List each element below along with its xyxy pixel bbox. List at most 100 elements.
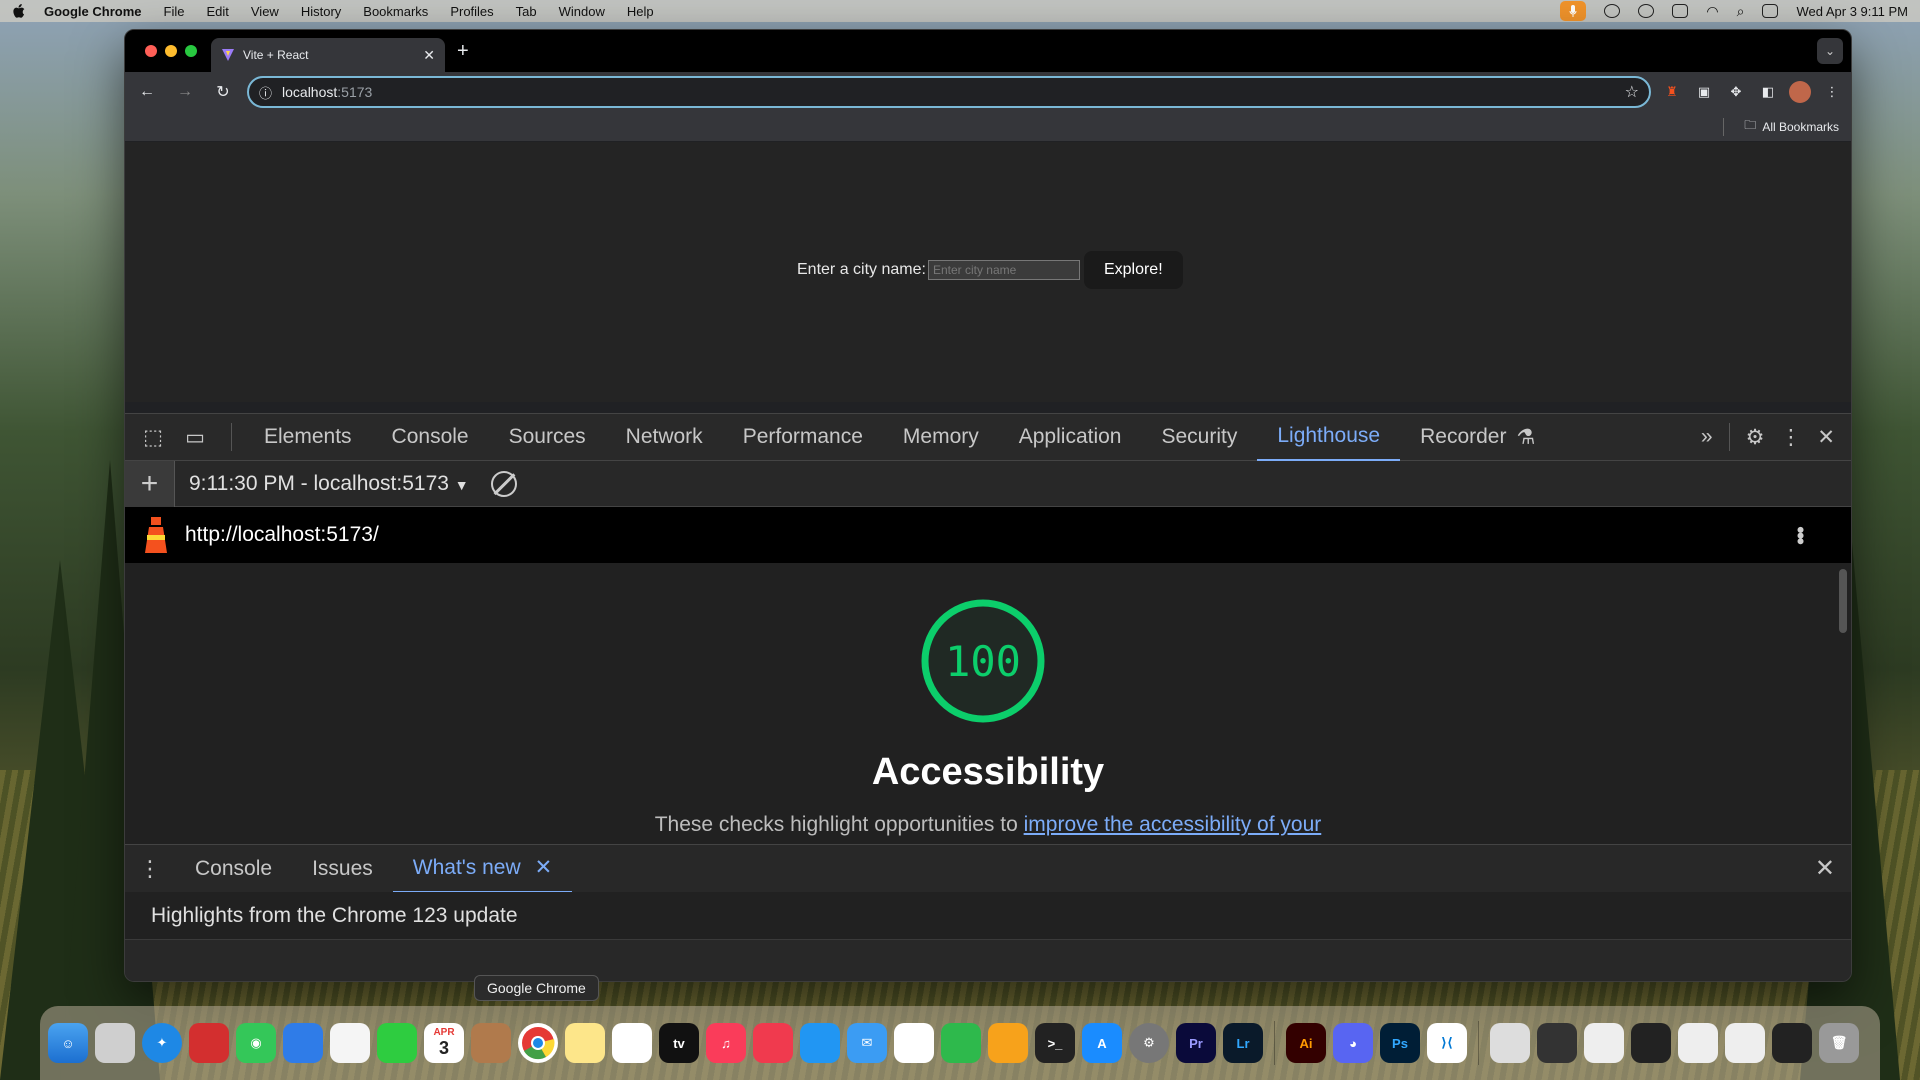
menu-file[interactable]: File <box>164 4 185 19</box>
extensions-puzzle-icon[interactable]: ✥ <box>1725 81 1747 103</box>
new-tab-button[interactable]: + <box>457 40 469 63</box>
tab-lighthouse[interactable]: Lighthouse <box>1257 413 1401 461</box>
report-scrollbar[interactable] <box>1839 569 1847 633</box>
browser-tab[interactable]: Vite + React ✕ <box>211 38 445 72</box>
photos-icon[interactable] <box>330 1023 370 1063</box>
discord-icon[interactable]: ◕ <box>1333 1023 1373 1063</box>
battery-icon[interactable] <box>1672 4 1689 18</box>
more-tabs-icon[interactable]: » <box>1701 425 1713 449</box>
news-icon[interactable] <box>753 1023 793 1063</box>
tab-elements[interactable]: Elements <box>244 413 372 461</box>
report-selector[interactable]: 9:11:30 PM - localhost:5173 ▼ <box>189 472 469 496</box>
spotlight-search-icon[interactable]: ⌕ <box>1737 3 1745 20</box>
menu-window[interactable]: Window <box>559 4 605 19</box>
forward-button[interactable]: → <box>171 78 199 106</box>
tab-search-button[interactable]: ⌄ <box>1817 38 1843 64</box>
keynote-icon[interactable] <box>800 1023 840 1063</box>
facetime-icon[interactable] <box>377 1023 417 1063</box>
close-tab-icon[interactable]: ✕ <box>535 855 553 880</box>
safari-icon[interactable]: ✦ <box>142 1023 182 1063</box>
numbers-icon[interactable] <box>941 1023 981 1063</box>
microphone-icon[interactable] <box>1560 1 1587 21</box>
apple-tv-icon[interactable]: tv <box>659 1023 699 1063</box>
tab-recorder[interactable]: Recorder ⚗ <box>1400 413 1555 461</box>
new-report-button[interactable]: + <box>125 460 175 507</box>
recent-document-icon[interactable] <box>1490 1023 1530 1063</box>
minimized-window-icon[interactable] <box>1584 1023 1624 1063</box>
lightroom-icon[interactable]: Lr <box>1223 1023 1263 1063</box>
site-info-icon[interactable]: ⓘ <box>259 83 272 102</box>
report-url[interactable]: http://localhost:5173/ <box>185 523 379 547</box>
minimized-window-icon[interactable] <box>1725 1023 1765 1063</box>
back-button[interactable]: ← <box>133 78 161 106</box>
menu-help[interactable]: Help <box>627 4 654 19</box>
all-bookmarks-button[interactable]: All Bookmarks <box>1762 120 1839 134</box>
minimized-window-icon[interactable] <box>1772 1023 1812 1063</box>
mail-icon[interactable]: ✉ <box>847 1023 887 1063</box>
chrome-menu-icon[interactable]: ⋮ <box>1821 81 1843 103</box>
terminal-icon[interactable]: >_ <box>1035 1023 1075 1063</box>
tab-console[interactable]: Console <box>372 413 489 461</box>
address-bar[interactable]: ⓘ localhost:5173 ☆ <box>247 76 1651 108</box>
report-menu-icon[interactable]: ••• <box>1787 526 1813 543</box>
vscode-icon[interactable]: ⟩⟨ <box>1427 1023 1467 1063</box>
close-window-button[interactable] <box>145 45 157 57</box>
menu-clock[interactable]: Wed Apr 3 9:11 PM <box>1796 4 1908 19</box>
explore-button[interactable]: Explore! <box>1083 251 1183 289</box>
apple-icon[interactable] <box>12 3 26 19</box>
clear-reports-icon[interactable] <box>490 470 517 497</box>
tab-sources[interactable]: Sources <box>489 413 606 461</box>
system-settings-icon[interactable]: ⚙ <box>1129 1023 1169 1063</box>
tab-performance[interactable]: Performance <box>723 413 883 461</box>
illustrator-icon[interactable]: Ai <box>1286 1023 1326 1063</box>
premiere-pro-icon[interactable]: Pr <box>1176 1023 1216 1063</box>
creative-cloud-icon[interactable] <box>1604 4 1621 18</box>
profile-avatar[interactable] <box>1789 81 1811 103</box>
drawer-menu-icon[interactable]: ⋮ <box>125 856 175 882</box>
menu-edit[interactable]: Edit <box>206 4 228 19</box>
zoom-window-button[interactable] <box>185 45 197 57</box>
tab-network[interactable]: Network <box>606 413 723 461</box>
chrome-icon[interactable] <box>518 1023 558 1063</box>
pages-icon[interactable] <box>988 1023 1028 1063</box>
menu-history[interactable]: History <box>301 4 341 19</box>
music-icon[interactable]: ♫ <box>706 1023 746 1063</box>
inspect-element-icon[interactable]: ⬚ <box>135 419 171 455</box>
devtools-menu-icon[interactable]: ⋮ <box>1780 425 1801 450</box>
accessibility-docs-link[interactable]: improve the accessibility of your <box>1024 813 1322 836</box>
reload-button[interactable]: ↻ <box>209 78 237 106</box>
photoshop-icon[interactable]: Ps <box>1380 1023 1420 1063</box>
wifi-icon[interactable]: ◠ <box>1706 3 1718 20</box>
minimize-window-button[interactable] <box>165 45 177 57</box>
close-drawer-icon[interactable]: ✕ <box>1815 854 1835 883</box>
bookmark-star-icon[interactable]: ☆ <box>1625 82 1639 102</box>
recent-window-icon[interactable] <box>1537 1023 1577 1063</box>
city-input[interactable] <box>927 260 1080 280</box>
play-icon[interactable] <box>1638 4 1655 18</box>
notes-icon[interactable] <box>565 1023 605 1063</box>
minimized-window-icon[interactable] <box>1678 1023 1718 1063</box>
drawer-tab-console[interactable]: Console <box>175 845 292 893</box>
menu-tab[interactable]: Tab <box>516 4 537 19</box>
close-devtools-icon[interactable]: ✕ <box>1817 425 1835 450</box>
menu-view[interactable]: View <box>251 4 279 19</box>
trash-icon[interactable]: 🗑 <box>1819 1023 1859 1063</box>
calendar-icon[interactable]: APR 3 <box>424 1023 464 1063</box>
extension-icon[interactable]: ▣ <box>1693 81 1715 103</box>
side-panel-icon[interactable]: ◧ <box>1757 81 1779 103</box>
control-center-icon[interactable] <box>1762 4 1779 18</box>
app-store-icon[interactable]: A <box>1082 1023 1122 1063</box>
close-tab-icon[interactable]: ✕ <box>423 47 435 64</box>
settings-gear-icon[interactable]: ⚙ <box>1746 425 1765 450</box>
messages-icon[interactable]: ◉ <box>236 1023 276 1063</box>
tab-security[interactable]: Security <box>1141 413 1257 461</box>
photo-booth-icon[interactable] <box>189 1023 229 1063</box>
menu-bookmarks[interactable]: Bookmarks <box>363 4 428 19</box>
launchpad-icon[interactable] <box>95 1023 135 1063</box>
reminders-icon[interactable] <box>894 1023 934 1063</box>
minimized-window-icon[interactable] <box>1631 1023 1671 1063</box>
drawer-tab-whats-new[interactable]: What's new ✕ <box>392 845 573 893</box>
app-store-connect-icon[interactable] <box>283 1023 323 1063</box>
contacts-icon[interactable] <box>471 1023 511 1063</box>
device-toolbar-icon[interactable]: ▭ <box>177 419 213 455</box>
